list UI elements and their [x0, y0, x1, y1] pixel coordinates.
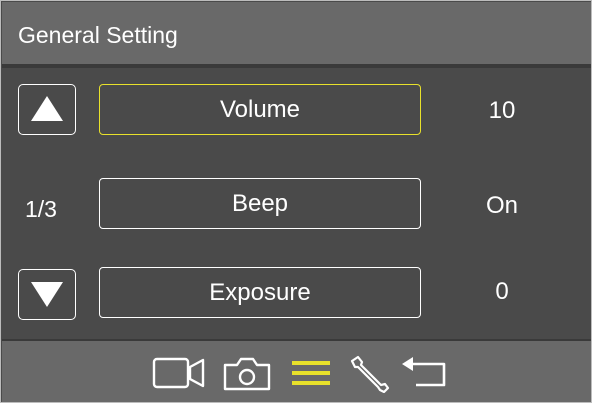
- back-button[interactable]: [400, 353, 452, 393]
- beep-value: On: [485, 192, 518, 219]
- volume-value: 10: [488, 97, 516, 124]
- page-indicator: 1/3: [25, 196, 57, 222]
- page-down-button[interactable]: [18, 269, 76, 320]
- page-up-button[interactable]: [18, 84, 76, 135]
- wrench-icon: [350, 355, 390, 393]
- video-camera-icon: [152, 357, 205, 389]
- exposure-value: 0: [495, 278, 509, 305]
- arrow-up-icon: [31, 96, 63, 121]
- photo-camera-icon: [223, 357, 271, 391]
- settings-screen: General Setting 1/3 Volume 10 Beep On Ex…: [0, 0, 592, 403]
- back-arrow-icon: [402, 357, 446, 387]
- menu-button[interactable]: [290, 353, 332, 393]
- volume-button[interactable]: Volume: [99, 84, 421, 135]
- arrow-down-icon: [31, 282, 63, 307]
- exposure-button[interactable]: Exposure: [99, 267, 421, 318]
- beep-button[interactable]: Beep: [99, 178, 421, 229]
- video-mode-button[interactable]: [152, 353, 206, 393]
- footer-bar: [2, 339, 591, 402]
- header-bar: General Setting: [2, 2, 591, 64]
- photo-mode-button[interactable]: [222, 353, 272, 393]
- menu-icon: [292, 361, 330, 385]
- header-divider: [2, 64, 591, 68]
- tools-button[interactable]: [348, 353, 390, 393]
- page-title: General Setting: [18, 22, 178, 48]
